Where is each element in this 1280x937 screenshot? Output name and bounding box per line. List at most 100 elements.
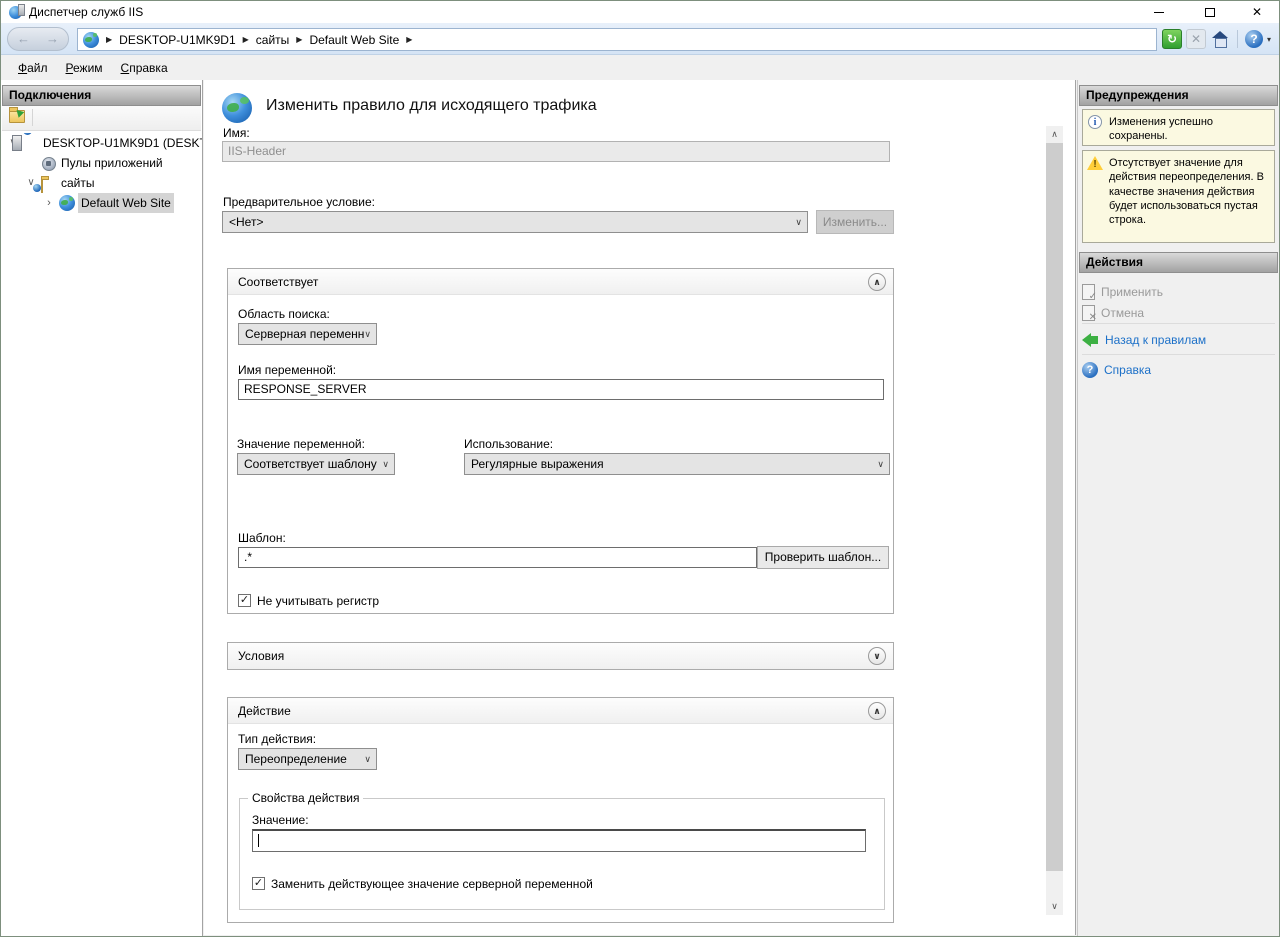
breadcrumb-item-default-web-site[interactable]: Default Web Site <box>309 33 399 47</box>
conditions-section: Условия ∨ <box>227 642 894 670</box>
tree-item-default-web-site[interactable]: › Default Web Site <box>1 193 202 213</box>
breadcrumb: ▶ DESKTOP-U1MK9D1 ▶ сайты ▶ Default Web … <box>77 28 1157 51</box>
forward-button[interactable]: → <box>46 31 59 46</box>
back-to-rules-link[interactable]: Назад к правилам <box>1082 329 1277 351</box>
replace-value-checkbox[interactable]: ✓ <box>252 877 265 890</box>
action-section-header[interactable]: Действие ∧ <box>228 698 893 724</box>
title-bar: Диспетчер служб IIS ✕ <box>1 1 1279 23</box>
menu-view[interactable]: Режим <box>57 58 112 78</box>
warnings-header: Предупреждения <box>1079 85 1278 106</box>
alert-text: Отсутствует значение для действия переоп… <box>1109 157 1264 226</box>
connections-panel: Подключения ∨ DESKTOP-U1MK9D1 (DESKTOP- … <box>1 80 203 936</box>
chevron-down-icon: ∨ <box>795 212 802 232</box>
minimize-button[interactable] <box>1143 1 1175 23</box>
variable-value-select[interactable]: Соответствует шаблону ∨ <box>237 453 395 475</box>
tree-item-server[interactable]: ∨ DESKTOP-U1MK9D1 (DESKTOP- <box>1 133 202 153</box>
using-select[interactable]: Регулярные выражения ∨ <box>464 453 890 475</box>
page-globe-icon <box>222 93 252 123</box>
breadcrumb-separator-icon: ▶ <box>406 35 412 44</box>
close-button[interactable]: ✕ <box>1241 1 1273 23</box>
apply-button[interactable]: ✓ Применить <box>1082 282 1277 302</box>
tree-item-app-pools[interactable]: Пулы приложений <box>1 153 202 173</box>
cancel-icon: ✕ <box>1082 305 1095 321</box>
actions-header: Действия <box>1079 252 1278 273</box>
toolbar-divider <box>1237 30 1238 48</box>
connections-toolbar <box>2 106 201 131</box>
chevron-down-icon: ∨ <box>382 454 389 474</box>
stop-button[interactable]: ✕ <box>1186 29 1206 49</box>
collapse-icon[interactable]: ∧ <box>868 273 886 291</box>
refresh-button[interactable]: ↻ <box>1162 29 1182 49</box>
match-section-header[interactable]: Соответствует ∧ <box>228 269 893 295</box>
help-link[interactable]: ? Справка <box>1082 359 1277 381</box>
restore-button[interactable] <box>1194 1 1226 23</box>
apply-icon: ✓ <box>1082 284 1095 300</box>
text-caret <box>258 834 259 847</box>
conditions-section-header[interactable]: Условия ∨ <box>228 643 893 669</box>
home-button[interactable] <box>1210 29 1230 49</box>
vertical-scrollbar[interactable]: ∧ ∨ <box>1046 126 1063 915</box>
alert-text: Изменения успешно сохранены. <box>1109 116 1213 142</box>
sites-folder-icon <box>41 178 43 193</box>
match-section: Соответствует ∧ Область поиска: Серверна… <box>227 268 894 614</box>
value-input[interactable] <box>252 829 866 852</box>
variable-value-label: Значение переменной: <box>237 437 365 451</box>
action-section: Действие ∧ Тип действия: Переопределение… <box>227 697 894 923</box>
iis-manager-window: Диспетчер служб IIS ✕ ← → ▶ DESKTOP-U1MK… <box>0 0 1280 937</box>
replace-value-label: Заменить действующее значение серверной … <box>271 877 593 891</box>
variable-name-label: Имя переменной: <box>238 363 336 377</box>
back-arrow-icon <box>1082 333 1099 347</box>
precondition-select[interactable]: <Нет> ∨ <box>222 211 808 233</box>
edit-precondition-button[interactable]: Изменить... <box>816 210 894 234</box>
scroll-down-icon[interactable]: ∨ <box>1046 898 1063 915</box>
ignore-case-label: Не учитывать регистр <box>257 594 379 608</box>
breadcrumb-item-sites[interactable]: сайты <box>256 33 290 47</box>
edit-outbound-rule-panel: Изменить правило для исходящего трафика … <box>204 80 1076 935</box>
connections-tree: ∨ DESKTOP-U1MK9D1 (DESKTOP- Пулы приложе… <box>1 133 202 213</box>
precondition-label: Предварительное условие: <box>223 195 375 209</box>
nav-pill: ← → <box>7 27 69 51</box>
page-title: Изменить правило для исходящего трафика <box>266 97 597 115</box>
expander-icon[interactable]: › <box>43 193 55 213</box>
scroll-up-icon[interactable]: ∧ <box>1046 126 1063 143</box>
test-pattern-button[interactable]: Проверить шаблон... <box>757 546 889 569</box>
menu-help[interactable]: Справка <box>112 58 177 78</box>
value-label: Значение: <box>252 813 309 827</box>
save-connections-icon[interactable] <box>9 110 25 123</box>
help-button[interactable]: ? <box>1245 30 1263 48</box>
tree-item-label: Пулы приложений <box>61 153 163 173</box>
using-label: Использование: <box>464 437 553 451</box>
scope-label: Область поиска: <box>238 307 330 321</box>
variable-name-input[interactable]: RESPONSE_SERVER <box>238 379 884 400</box>
alert-missing-value: ! Отсутствует значение для действия пере… <box>1082 150 1275 243</box>
cancel-button[interactable]: ✕ Отмена <box>1082 303 1277 323</box>
chevron-down-icon: ∨ <box>364 749 371 769</box>
tree-item-sites[interactable]: ∨ сайты <box>1 173 202 193</box>
tree-item-label: DESKTOP-U1MK9D1 (DESKTOP- <box>43 133 202 153</box>
back-button[interactable]: ← <box>17 31 30 46</box>
action-type-select[interactable]: Переопределение ∨ <box>238 748 377 770</box>
toolbar-separator <box>32 109 33 126</box>
actions-divider <box>1082 354 1275 355</box>
restore-icon <box>1205 8 1215 17</box>
collapse-icon[interactable]: ∧ <box>868 702 886 720</box>
breadcrumb-item-server[interactable]: DESKTOP-U1MK9D1 <box>119 33 235 47</box>
breadcrumb-separator-icon: ▶ <box>296 35 302 44</box>
pattern-input[interactable]: .* <box>238 547 757 568</box>
scope-select[interactable]: Серверная переменн ∨ <box>238 323 377 345</box>
right-panel: Предупреждения i Изменения успешно сохра… <box>1077 80 1279 936</box>
action-type-label: Тип действия: <box>238 732 316 746</box>
menu-bar: Файл Режим Справка <box>1 55 1279 80</box>
scrollbar-thumb[interactable] <box>1046 143 1063 871</box>
ignore-case-checkbox[interactable]: ✓ <box>238 594 251 607</box>
chevron-down-icon: ∨ <box>877 454 884 474</box>
window-title: Диспетчер служб IIS <box>29 5 143 19</box>
server-globe-icon <box>83 32 99 48</box>
name-label: Имя: <box>223 126 250 140</box>
menu-file[interactable]: Файл <box>9 58 57 78</box>
tree-item-label: Default Web Site <box>78 193 174 213</box>
help-dropdown-icon[interactable]: ▾ <box>1267 35 1271 44</box>
info-icon: i <box>1088 115 1102 129</box>
group-legend: Свойства действия <box>248 791 363 805</box>
expand-icon[interactable]: ∨ <box>868 647 886 665</box>
